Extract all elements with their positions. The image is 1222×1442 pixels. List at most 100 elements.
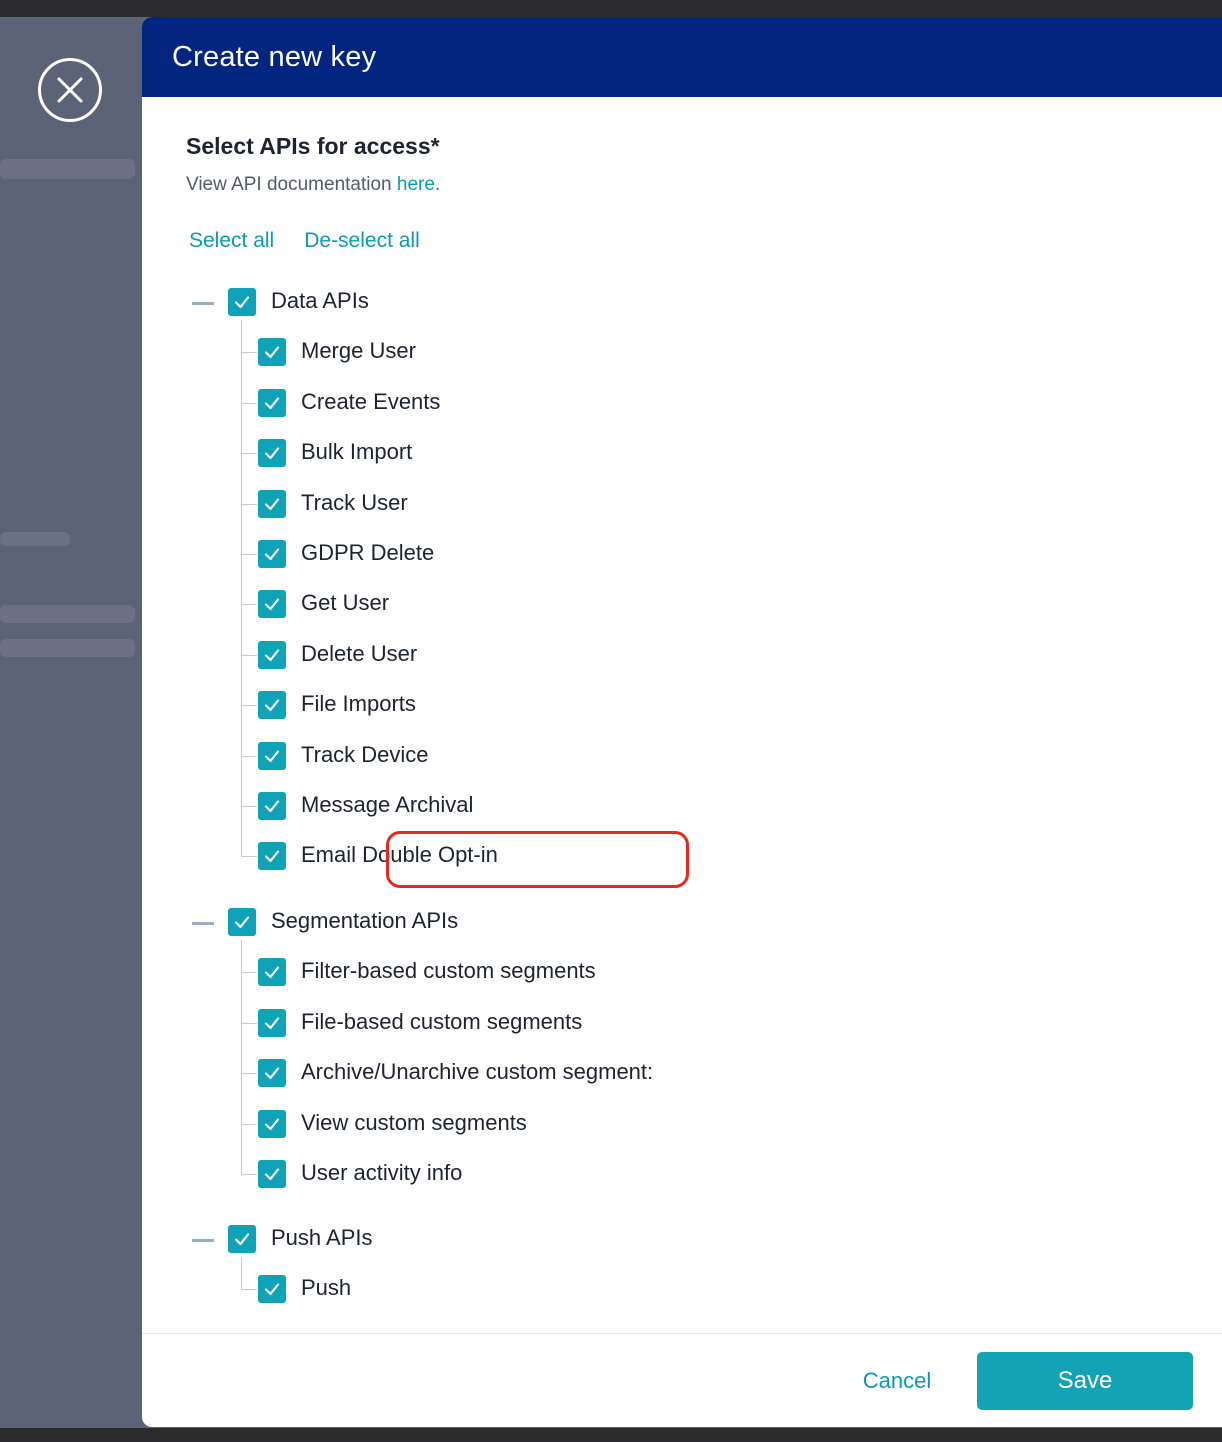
checkmark-icon [264, 447, 280, 460]
checkmark-icon [264, 548, 280, 561]
modal-title: Create new key [172, 40, 377, 73]
collapse-toggle-segmentation-apis[interactable] [192, 922, 214, 925]
tree-branch [241, 1123, 257, 1125]
background-blur-text [0, 532, 70, 546]
group-label-segmentation-apis: Segmentation APIs [271, 908, 459, 933]
tree-branch [241, 1174, 257, 1175]
group-label-push-apis: Push APIs [271, 1225, 373, 1250]
checkmark-icon [234, 1233, 250, 1246]
checkbox-user-activity-info[interactable] [258, 1160, 286, 1188]
item-label-delete-user: Delete User [301, 640, 418, 666]
deselect-all-link[interactable]: De-select all [304, 229, 420, 253]
checkmark-icon [264, 346, 280, 359]
tree-branch [241, 402, 257, 404]
checkbox-bulk-import[interactable] [258, 439, 286, 468]
background-blur-text [0, 605, 135, 623]
checkmark-icon [264, 649, 280, 661]
footer-divider [142, 1333, 1222, 1334]
checkmark-icon [264, 1117, 280, 1130]
tree-branch [241, 453, 257, 455]
checkbox-data-apis[interactable] [228, 288, 256, 316]
checkbox-get-user[interactable] [258, 590, 286, 619]
checkbox-create-events[interactable] [258, 388, 286, 417]
tree-branch [241, 604, 257, 606]
tree-connector [241, 320, 242, 857]
collapse-toggle-push-apis[interactable] [192, 1239, 214, 1242]
collapse-toggle-data-apis[interactable] [192, 302, 214, 305]
tree-branch [241, 972, 257, 974]
checkmark-icon [264, 850, 280, 863]
checkbox-push-apis[interactable] [228, 1225, 256, 1253]
item-label-track-device: Track Device [301, 741, 429, 767]
tree-branch [241, 1289, 257, 1291]
save-button[interactable]: Save [977, 1352, 1193, 1410]
tree-connector [241, 940, 242, 1174]
checkmark-icon [234, 296, 250, 309]
close-modal-button[interactable] [38, 58, 102, 122]
tree-branch [241, 1073, 257, 1075]
checkmark-icon [264, 966, 280, 979]
tree-branch [241, 503, 257, 505]
checkbox-file-based-custom-segments[interactable] [258, 1008, 286, 1037]
item-label-filter-based-custom-segments: Filter-based custom segments [301, 958, 596, 984]
api-doc-link[interactable]: here [397, 174, 435, 195]
item-label-user-activity-info: User activity info [301, 1160, 463, 1185]
highlight-box [386, 831, 689, 888]
item-label-bulk-import: Bulk Import [301, 439, 413, 465]
background-blur-text [0, 159, 135, 179]
group-label-data-apis: Data APIs [271, 288, 369, 313]
tree-connector [241, 1257, 242, 1290]
tree-branch [241, 755, 257, 757]
select-all-link[interactable]: Select all [189, 229, 274, 253]
item-label-file-based-custom-segments: File-based custom segments [301, 1008, 583, 1034]
checkmark-icon [264, 800, 280, 813]
checkmark-icon [264, 598, 280, 611]
item-label-file-imports: File Imports [301, 691, 416, 717]
checkbox-delete-user[interactable] [258, 640, 286, 669]
checkbox-message-archival[interactable] [258, 792, 286, 820]
section-title: Select APIs for access* [186, 133, 440, 159]
api-doc-line: View API documentation here. [186, 174, 440, 196]
bulk-select-links: Select all De-select all [189, 229, 450, 253]
checkbox-track-device[interactable] [258, 741, 286, 770]
checkbox-merge-user[interactable] [258, 338, 286, 367]
item-label-create-events: Create Events [301, 388, 441, 414]
create-key-modal: Create new key Select APIs for access* V… [142, 17, 1222, 1427]
checkmark-icon [264, 1017, 280, 1029]
checkbox-gdpr-delete[interactable] [258, 540, 286, 568]
checkbox-segmentation-apis[interactable] [228, 908, 256, 936]
item-label-push: Push [301, 1275, 352, 1301]
checkmark-icon [264, 1067, 280, 1080]
modal-header: Create new key [142, 17, 1222, 97]
item-label-track-user: Track User [301, 489, 408, 515]
background-blur-text [0, 639, 135, 657]
checkbox-track-user[interactable] [258, 489, 286, 518]
cancel-button[interactable]: Cancel [842, 1361, 952, 1401]
checkbox-archive-unarchive-custom-segment[interactable] [258, 1059, 286, 1088]
checkbox-filter-based-custom-segments[interactable] [258, 958, 286, 987]
item-label-archive-unarchive-custom-segment: Archive/Unarchive custom segment: [301, 1059, 654, 1085]
item-label-message-archival: Message Archival [301, 792, 474, 817]
checkmark-icon [264, 699, 280, 712]
close-icon [57, 77, 83, 103]
checkbox-push[interactable] [258, 1275, 286, 1304]
checkbox-email-double-opt-in[interactable] [258, 842, 286, 871]
tree-branch [241, 654, 257, 656]
tree-branch [241, 856, 257, 858]
api-doc-text: View API documentation [186, 174, 397, 195]
item-label-view-custom-segments: View custom segments [301, 1109, 527, 1135]
checkmark-icon [264, 1168, 280, 1181]
checkmark-icon [264, 1283, 280, 1296]
tree-branch [241, 352, 257, 354]
tree-branch [241, 1022, 257, 1024]
tree-branch [241, 705, 257, 707]
checkmark-icon [264, 397, 280, 409]
item-label-get-user: Get User [301, 590, 390, 616]
tree-branch [241, 806, 257, 807]
checkmark-icon [264, 497, 280, 510]
checkmark-icon [234, 916, 250, 929]
item-label-gdpr-delete: GDPR Delete [301, 540, 435, 565]
api-doc-suffix: . [434, 174, 441, 195]
checkbox-view-custom-segments[interactable] [258, 1109, 286, 1138]
checkbox-file-imports[interactable] [258, 691, 286, 720]
